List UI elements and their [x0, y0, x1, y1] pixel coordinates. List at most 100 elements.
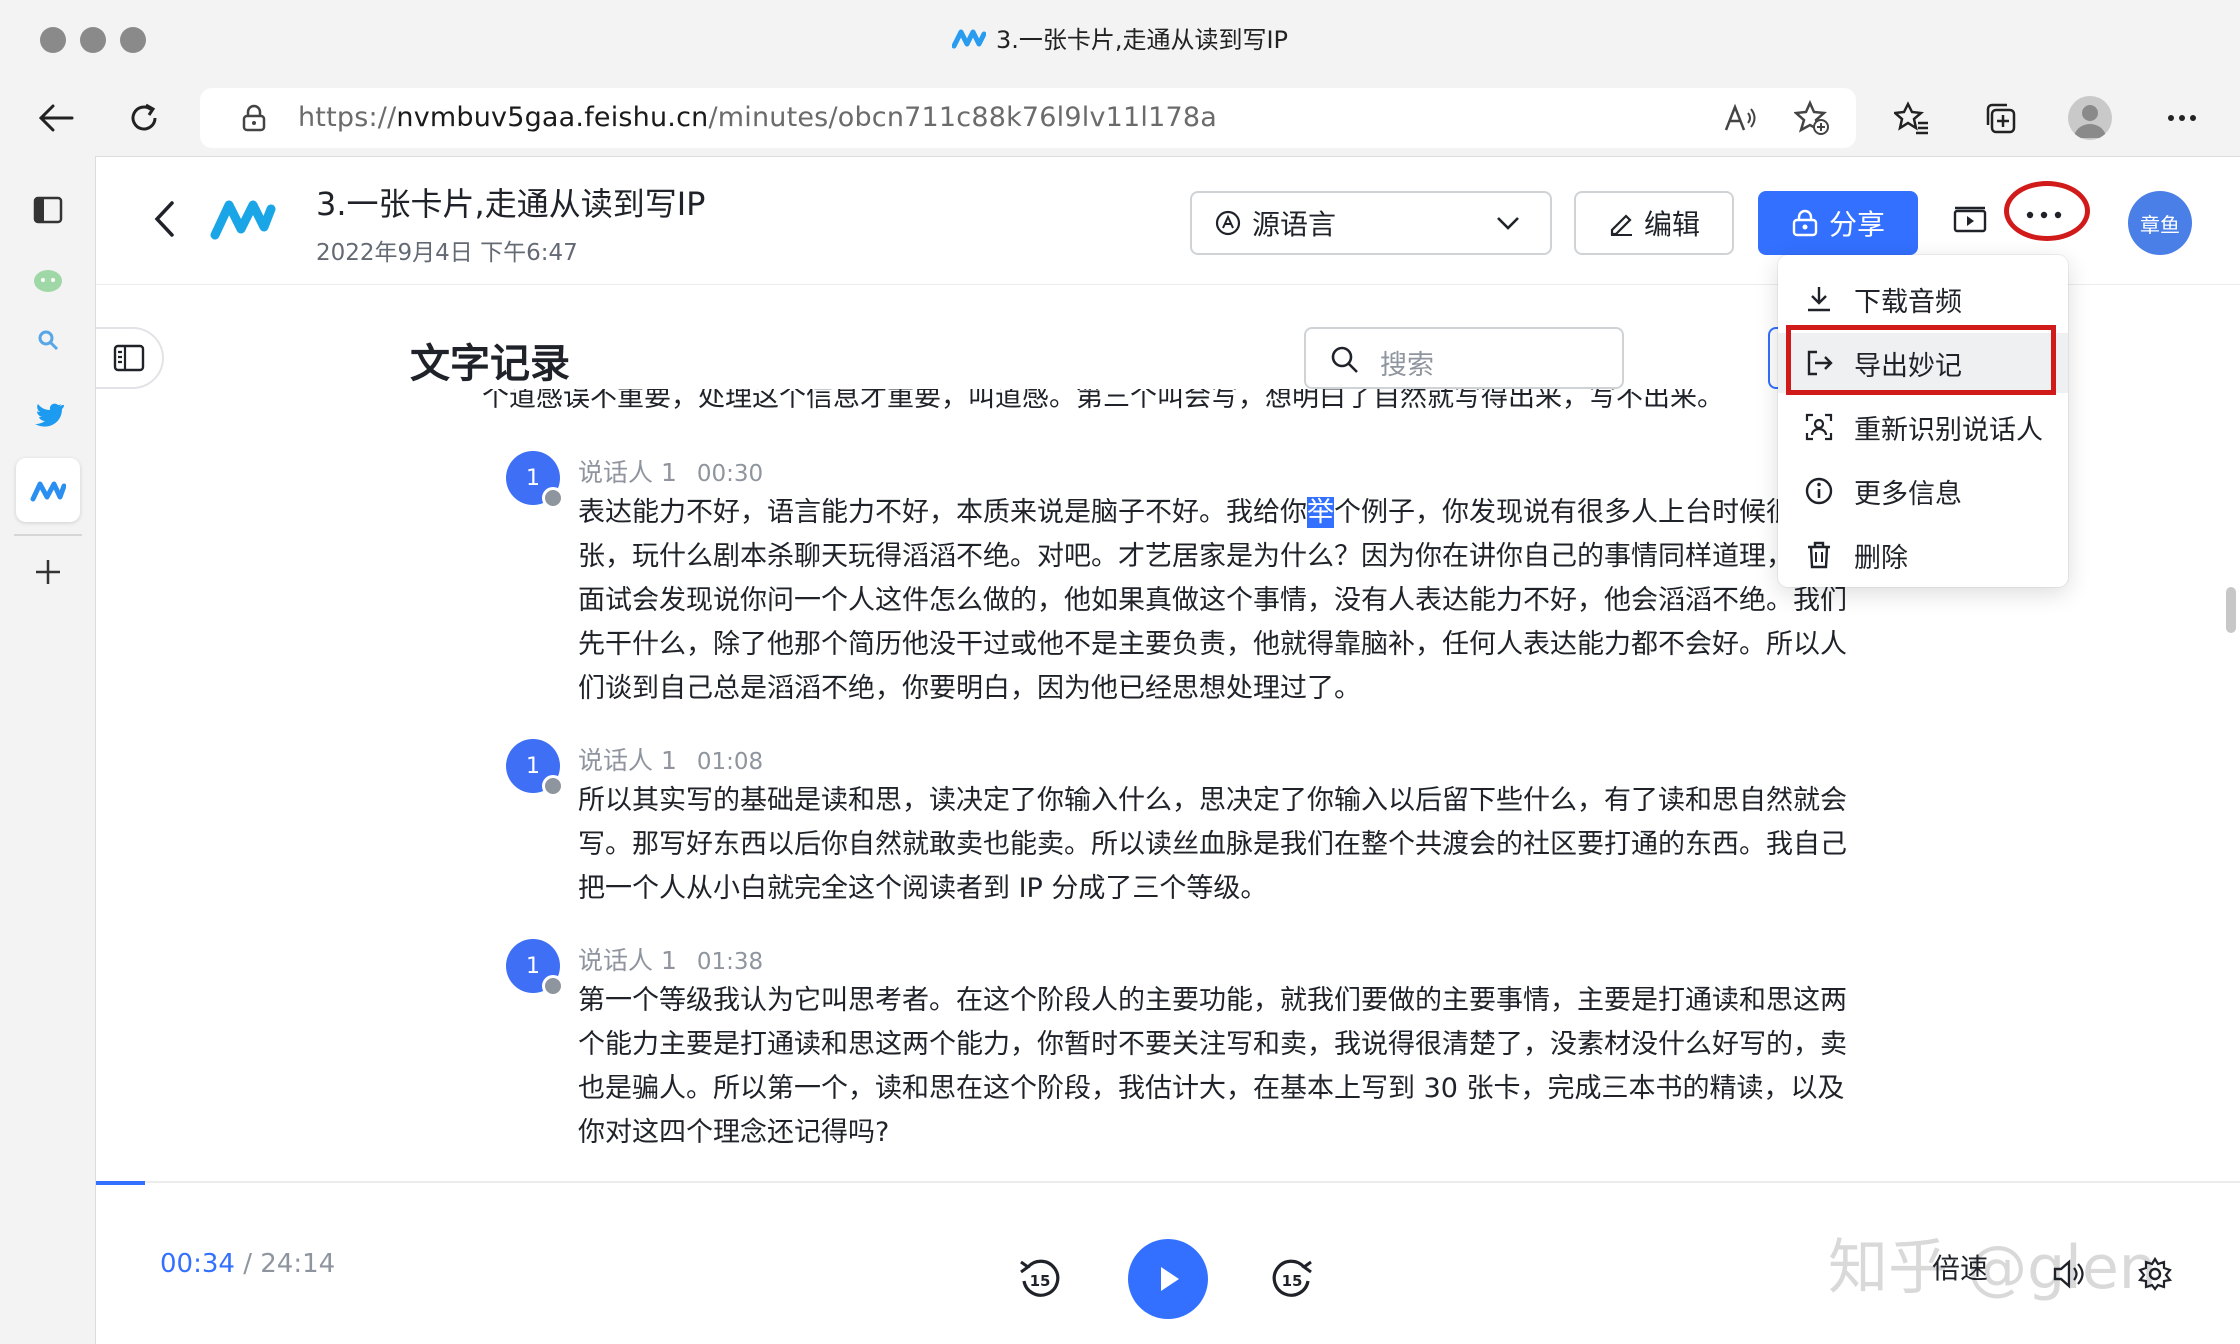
paragraph-timestamp[interactable]: 00:30	[697, 461, 763, 487]
feishu-minutes-logo-icon	[210, 193, 276, 247]
transcript-title: 文字记录	[410, 341, 570, 387]
playback-speed-button[interactable]: 倍速	[1932, 1247, 1988, 1287]
clipped-transcript-line: 个道感误不重要，处理这个信息才重要，叫道感。第三个叫会写，想明白了自然就写得出来…	[482, 389, 1782, 411]
url-path: /minutes/obcn711c88k76l9lv11l178a	[708, 102, 1217, 133]
trash-icon	[1802, 538, 1836, 572]
paragraph-meta: 说话人 1 01:38	[578, 941, 763, 977]
share-button-label: 分享	[1828, 208, 1885, 241]
share-button[interactable]: 分享	[1758, 191, 1918, 255]
rewind-seconds: 15	[1030, 1272, 1051, 1290]
language-select-value: 源语言	[1252, 208, 1337, 241]
address-bar[interactable]: https://nvmbuv5gaa.feishu.cn/minutes/obc…	[200, 88, 1856, 148]
scrollbar-thumb[interactable]	[2226, 587, 2236, 633]
paragraph-meta: 说话人 1 01:08	[578, 741, 763, 777]
annotation-circle	[2004, 181, 2090, 241]
paragraph-timestamp[interactable]: 01:38	[697, 949, 763, 975]
reload-icon[interactable]	[118, 92, 170, 144]
play-icon	[1161, 1267, 1179, 1291]
download-icon	[1802, 282, 1836, 316]
share-lock-icon	[1791, 209, 1819, 237]
user-avatar[interactable]: 章鱼	[2128, 191, 2192, 255]
time-separator: /	[234, 1249, 261, 1279]
browser-menu-icon[interactable]	[2156, 92, 2208, 144]
record-date: 2022年9月4日 下午6:47	[316, 240, 578, 266]
url-host: nvmbuv5gaa.feishu.cn	[396, 102, 709, 133]
rewind-15-button[interactable]: 15	[1010, 1249, 1070, 1309]
page-title: 3.一张卡片,走通从读到写IP	[316, 185, 706, 223]
window-title-text: 3.一张卡片,走通从读到写IP	[995, 26, 1289, 54]
volume-icon[interactable]	[2044, 1249, 2094, 1299]
url-text: https://nvmbuv5gaa.feishu.cn/minutes/obc…	[298, 102, 1217, 133]
paragraph-text-before: 表达能力不好，语言能力不好，本质来说是脑子不好。我给你	[578, 497, 1307, 528]
edit-speaker-badge-icon[interactable]	[542, 487, 564, 509]
outline-panel-toggle[interactable]	[96, 327, 164, 389]
settings-gear-icon[interactable]	[2130, 1249, 2180, 1299]
playback-progress-bar[interactable]	[96, 1181, 146, 1185]
edit-button-label: 编辑	[1643, 208, 1700, 241]
speaker-name[interactable]: 说话人 1	[578, 946, 677, 975]
paragraph-text-after: 个例子，你发现说有很多人上台时候很紧张，玩什么剧本杀聊天玩得滔滔不绝。对吧。才艺…	[578, 497, 1847, 704]
forward-seconds: 15	[1282, 1272, 1303, 1290]
search-placeholder: 搜索	[1380, 350, 1434, 381]
feishu-minutes-logo-icon	[951, 26, 987, 56]
twitter-icon[interactable]	[16, 382, 80, 446]
transcript-search-input[interactable]: 搜索	[1304, 327, 1624, 389]
info-icon	[1802, 474, 1836, 508]
add-sidebar-app-icon[interactable]	[16, 540, 80, 604]
menu-item-download-audio[interactable]: 下载音频	[1778, 269, 2068, 329]
menu-item-label: 更多信息	[1854, 478, 1962, 510]
play-button[interactable]	[1128, 1239, 1208, 1319]
back-arrow-icon[interactable]	[30, 92, 82, 144]
search-icon	[1330, 345, 1360, 375]
wechat-icon[interactable]	[16, 250, 80, 314]
collections-icon[interactable]	[1974, 92, 2026, 144]
rewind-icon: 15	[1020, 1259, 1060, 1297]
favorites-icon[interactable]	[1886, 92, 1938, 144]
speaker-name[interactable]: 说话人 1	[578, 746, 677, 775]
edit-speaker-badge-icon[interactable]	[542, 775, 564, 797]
browser-profile-avatar[interactable]	[2068, 96, 2112, 140]
menu-item-delete[interactable]: 删除	[1778, 525, 2068, 585]
current-word-highlight: 举	[1307, 497, 1334, 528]
paragraph-text[interactable]: 第一个等级我认为它叫思考者。在这个阶段人的主要功能，就我们要做的主要事情，主要是…	[578, 979, 1850, 1155]
paragraph-timestamp[interactable]: 01:08	[697, 749, 763, 775]
menu-item-label: 重新识别说话人	[1854, 414, 2043, 446]
edit-button[interactable]: 编辑	[1574, 191, 1734, 255]
forward-icon: 15	[1272, 1259, 1312, 1297]
presentation-mode-icon[interactable]	[1944, 195, 1996, 247]
annotation-highlight-box	[1786, 325, 2056, 395]
watermark: 知乎 @glen	[1828, 1233, 2157, 1303]
paragraph-text[interactable]: 所以其实写的基础是读和思，读决定了你输入什么，思决定了你输入以后留下些什么，有了…	[578, 779, 1850, 911]
transcript-paragraph: 1 说话人 1 01:08 所以其实写的基础是读和思，读决定了你输入什么，思决定了…	[410, 739, 1850, 904]
lock-icon[interactable]	[228, 92, 280, 144]
more-options-menu: 下载音频 导出妙记 重新识别说话人 更多信息 删除	[1778, 255, 2068, 587]
speaker-name[interactable]: 说话人 1	[578, 458, 677, 487]
total-time: 24:14	[260, 1249, 336, 1279]
playback-time: 00:34 / 24:14	[160, 1249, 335, 1279]
menu-item-label: 下载音频	[1854, 286, 1962, 318]
transcript-paragraph: 1 说话人 1 01:38 第一个等级我认为它叫思考者。在这个阶段人的主要功能，就…	[410, 939, 1850, 1148]
paragraph-meta: 说话人 1 00:30	[578, 453, 763, 489]
read-aloud-icon[interactable]	[1714, 92, 1766, 144]
window-title: 3.一张卡片,走通从读到写IP	[0, 20, 2240, 56]
search-icon[interactable]	[16, 308, 80, 372]
back-chevron-icon[interactable]	[138, 193, 190, 245]
menu-item-reidentify-speakers[interactable]: 重新识别说话人	[1778, 397, 2068, 457]
transcript-paragraph: 1 说话人 1 00:30 表达能力不好，语言能力不好，本质来说是脑子不好。我给你…	[410, 451, 1850, 704]
clipped-line-text: 个道感误不重要，处理这个信息才重要，叫道感。第三个叫会写，想明白了自然就写得出来…	[482, 389, 1724, 411]
translate-icon	[1214, 209, 1242, 237]
forward-15-button[interactable]: 15	[1262, 1249, 1322, 1309]
menu-item-more-info[interactable]: 更多信息	[1778, 461, 2068, 521]
feishu-minutes-tab-icon[interactable]	[16, 458, 80, 522]
language-select[interactable]: 源语言	[1190, 191, 1552, 255]
add-favorite-icon[interactable]	[1786, 92, 1838, 144]
browser-toolbar: https://nvmbuv5gaa.feishu.cn/minutes/obc…	[0, 80, 2240, 156]
audio-player: 00:34 / 24:14 15 15 知乎 @glen 倍速	[96, 1181, 2240, 1344]
sidebar-toggle-icon[interactable]	[16, 178, 80, 242]
paragraph-text[interactable]: 表达能力不好，语言能力不好，本质来说是脑子不好。我给你举个例子，你发现说有很多人…	[578, 491, 1850, 711]
edit-speaker-badge-icon[interactable]	[542, 975, 564, 997]
speaker-recognize-icon	[1802, 410, 1836, 444]
menu-item-label: 删除	[1854, 542, 1908, 574]
browser-sidebar	[0, 156, 96, 1344]
url-scheme: https://	[298, 102, 397, 133]
